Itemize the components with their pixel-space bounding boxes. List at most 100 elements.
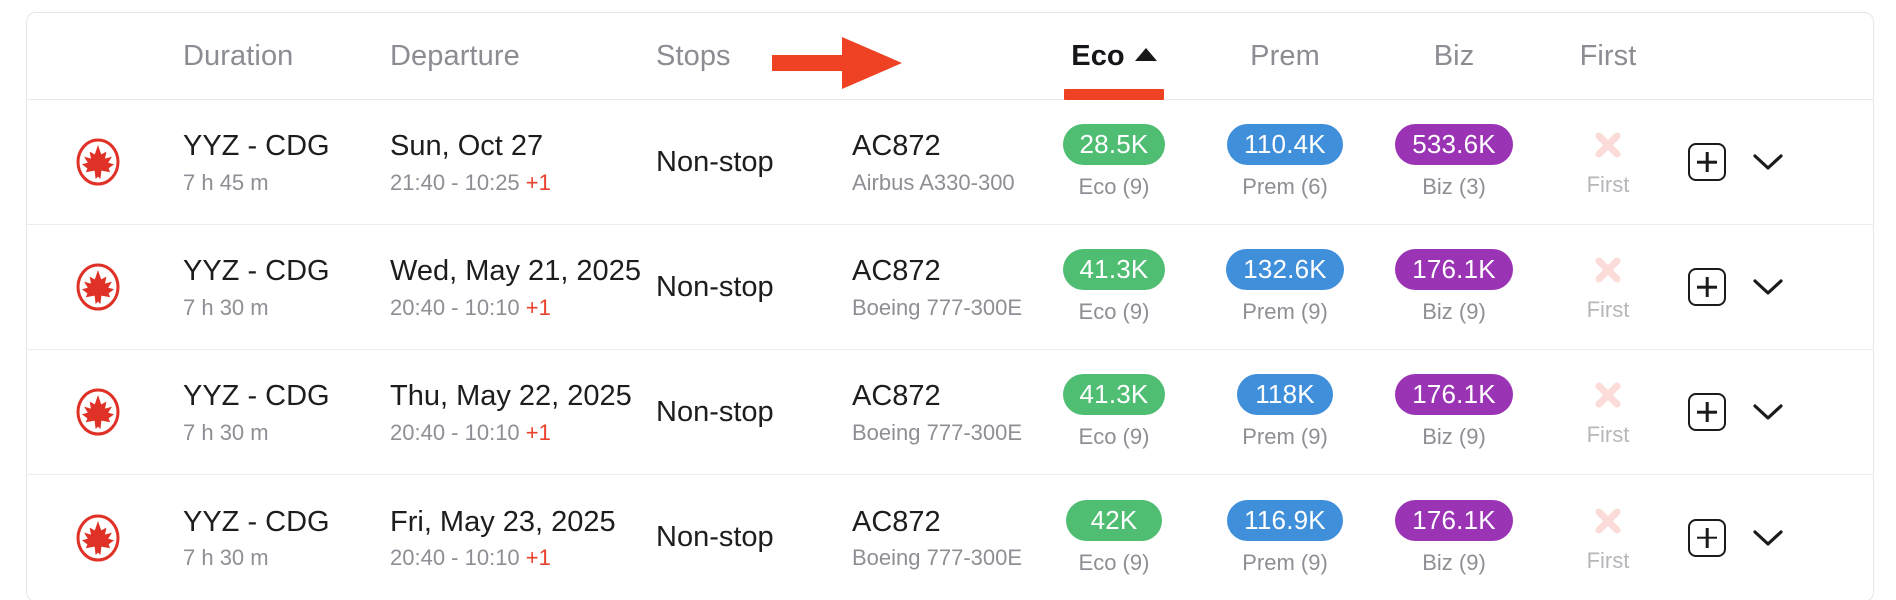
first-availability-label: First xyxy=(1586,547,1630,573)
first-cell: First xyxy=(1538,100,1678,224)
column-header-duration[interactable]: Duration xyxy=(169,40,384,73)
prem-points-badge[interactable]: 116.9K xyxy=(1227,499,1343,541)
departure-date-label: Thu, May 22, 2025 xyxy=(390,380,632,413)
plus-square-icon[interactable] xyxy=(1688,518,1726,557)
table-body: YYZ - CDG 7 h 45 m Sun, Oct 27 21:40 - 1… xyxy=(27,100,1873,600)
first-cell: First xyxy=(1538,475,1678,600)
chevron-down-icon[interactable] xyxy=(1752,528,1784,548)
flight-number-label: AC872 xyxy=(852,505,941,538)
stops-cell: Non-stop xyxy=(646,350,846,474)
eco-points-badge[interactable]: 41.3K xyxy=(1062,374,1166,415)
column-header-eco-label: Eco xyxy=(1071,39,1125,72)
flight-cell: AC872 Boeing 777-300E xyxy=(846,350,1028,474)
flight-results-table: Duration Departure Stops Eco Prem Biz Fi… xyxy=(26,12,1874,600)
first-availability-label: First xyxy=(1586,297,1630,322)
prem-cell[interactable]: 118K Prem (9) xyxy=(1200,350,1370,474)
duration-label: 7 h 30 m xyxy=(183,545,269,571)
flight-number-label: AC872 xyxy=(852,255,941,288)
column-header-biz[interactable]: Biz xyxy=(1370,40,1538,73)
departure-cell: Thu, May 22, 2025 20:40 - 10:10 +1 xyxy=(384,350,646,474)
eco-cell[interactable]: 41.3K Eco (9) xyxy=(1028,350,1200,474)
day-offset-badge: +1 xyxy=(525,294,551,320)
departure-times-value: 21:40 - 10:25 xyxy=(390,169,526,195)
table-row[interactable]: YYZ - CDG 7 h 30 m Thu, May 22, 2025 20:… xyxy=(27,350,1873,475)
first-cell: First xyxy=(1538,225,1678,349)
prem-availability-label: Prem (9) xyxy=(1242,424,1328,449)
flight-number-label: AC872 xyxy=(852,380,941,413)
departure-date-label: Sun, Oct 27 xyxy=(390,130,544,163)
day-offset-badge: +1 xyxy=(525,169,551,195)
biz-points-badge[interactable]: 176.1K xyxy=(1395,249,1513,290)
chevron-down-icon[interactable] xyxy=(1752,277,1784,297)
sort-ascending-caret-icon xyxy=(1134,48,1157,61)
table-row[interactable]: YYZ - CDG 7 h 30 m Wed, May 21, 2025 20:… xyxy=(27,225,1873,350)
biz-points-badge[interactable]: 176.1K xyxy=(1395,499,1513,541)
eco-cell[interactable]: 41.3K Eco (9) xyxy=(1028,225,1200,349)
stops-cell: Non-stop xyxy=(646,475,846,600)
eco-availability-label: Eco (9) xyxy=(1078,299,1150,324)
biz-cell[interactable]: 533.6K Biz (3) xyxy=(1370,100,1538,224)
air-canada-maple-leaf-logo xyxy=(76,388,120,436)
biz-cell[interactable]: 176.1K Biz (9) xyxy=(1370,350,1538,474)
table-header: Duration Departure Stops Eco Prem Biz Fi… xyxy=(27,13,1873,100)
column-header-departure[interactable]: Departure xyxy=(384,40,646,73)
departure-times-value: 20:40 - 10:10 xyxy=(390,294,526,320)
route-cell: YYZ - CDG 7 h 30 m xyxy=(169,350,384,474)
column-header-first[interactable]: First xyxy=(1538,40,1678,73)
plus-square-icon[interactable] xyxy=(1688,268,1726,306)
biz-availability-label: Biz (9) xyxy=(1422,299,1486,324)
departure-times-label: 20:40 - 10:10 +1 xyxy=(390,420,646,445)
biz-availability-label: Biz (9) xyxy=(1422,549,1486,575)
air-canada-maple-leaf-logo xyxy=(76,263,120,311)
prem-cell[interactable]: 132.6K Prem (9) xyxy=(1200,225,1370,349)
route-cell: YYZ - CDG 7 h 45 m xyxy=(169,100,384,224)
eco-points-badge[interactable]: 41.3K xyxy=(1062,249,1166,290)
route-label: YYZ - CDG xyxy=(183,380,330,413)
row-actions xyxy=(1678,350,1788,474)
row-actions xyxy=(1678,100,1788,224)
airline-logo-cell xyxy=(27,137,169,187)
biz-points-badge[interactable]: 176.1K xyxy=(1395,374,1513,415)
stops-label: Non-stop xyxy=(656,145,774,178)
prem-points-badge[interactable]: 132.6K xyxy=(1226,249,1344,290)
column-header-prem[interactable]: Prem xyxy=(1200,40,1370,73)
biz-points-badge[interactable]: 533.6K xyxy=(1395,124,1513,165)
eco-points-badge[interactable]: 42K xyxy=(1066,499,1162,541)
biz-cell[interactable]: 176.1K Biz (9) xyxy=(1370,225,1538,349)
duration-label: 7 h 30 m xyxy=(183,294,269,320)
eco-cell[interactable]: 28.5K Eco (9) xyxy=(1028,100,1200,224)
eco-points-badge[interactable]: 28.5K xyxy=(1062,124,1166,165)
active-sort-underline xyxy=(1064,88,1164,100)
table-row[interactable]: YYZ - CDG 7 h 45 m Sun, Oct 27 21:40 - 1… xyxy=(27,100,1873,225)
flight-cell: AC872 Boeing 777-300E xyxy=(846,475,1028,600)
prem-availability-label: Prem (6) xyxy=(1242,174,1328,199)
table-row[interactable]: YYZ - CDG 7 h 30 m Fri, May 23, 2025 20:… xyxy=(27,475,1873,600)
biz-cell[interactable]: 176.1K Biz (9) xyxy=(1370,475,1538,600)
day-offset-badge: +1 xyxy=(525,545,551,571)
stops-cell: Non-stop xyxy=(646,100,846,224)
departure-cell: Sun, Oct 27 21:40 - 10:25 +1 xyxy=(384,100,646,224)
prem-points-badge[interactable]: 110.4K xyxy=(1227,124,1343,165)
aircraft-label: Boeing 777-300E xyxy=(852,294,1023,320)
prem-points-badge[interactable]: 118K xyxy=(1237,374,1333,415)
chevron-down-icon[interactable] xyxy=(1752,402,1784,422)
prem-cell[interactable]: 116.9K Prem (9) xyxy=(1200,475,1370,600)
unavailable-x-icon xyxy=(1595,132,1621,158)
stops-label: Non-stop xyxy=(656,521,774,554)
prem-cell[interactable]: 110.4K Prem (6) xyxy=(1200,100,1370,224)
row-actions xyxy=(1678,225,1788,349)
stops-label: Non-stop xyxy=(656,270,774,303)
air-canada-maple-leaf-logo xyxy=(76,138,120,186)
eco-cell[interactable]: 42K Eco (9) xyxy=(1028,475,1200,600)
plus-square-icon[interactable] xyxy=(1688,393,1726,431)
unavailable-x-icon xyxy=(1595,508,1621,533)
column-header-stops[interactable]: Stops xyxy=(646,40,846,73)
prem-availability-label: Prem (9) xyxy=(1242,549,1328,575)
airline-logo-cell xyxy=(27,387,169,437)
column-header-eco[interactable]: Eco xyxy=(1028,39,1200,100)
air-canada-maple-leaf-logo xyxy=(76,514,120,561)
chevron-down-icon[interactable] xyxy=(1752,152,1784,172)
plus-square-icon[interactable] xyxy=(1688,143,1726,181)
duration-label: 7 h 45 m xyxy=(183,169,269,195)
unavailable-x-icon xyxy=(1595,382,1621,408)
